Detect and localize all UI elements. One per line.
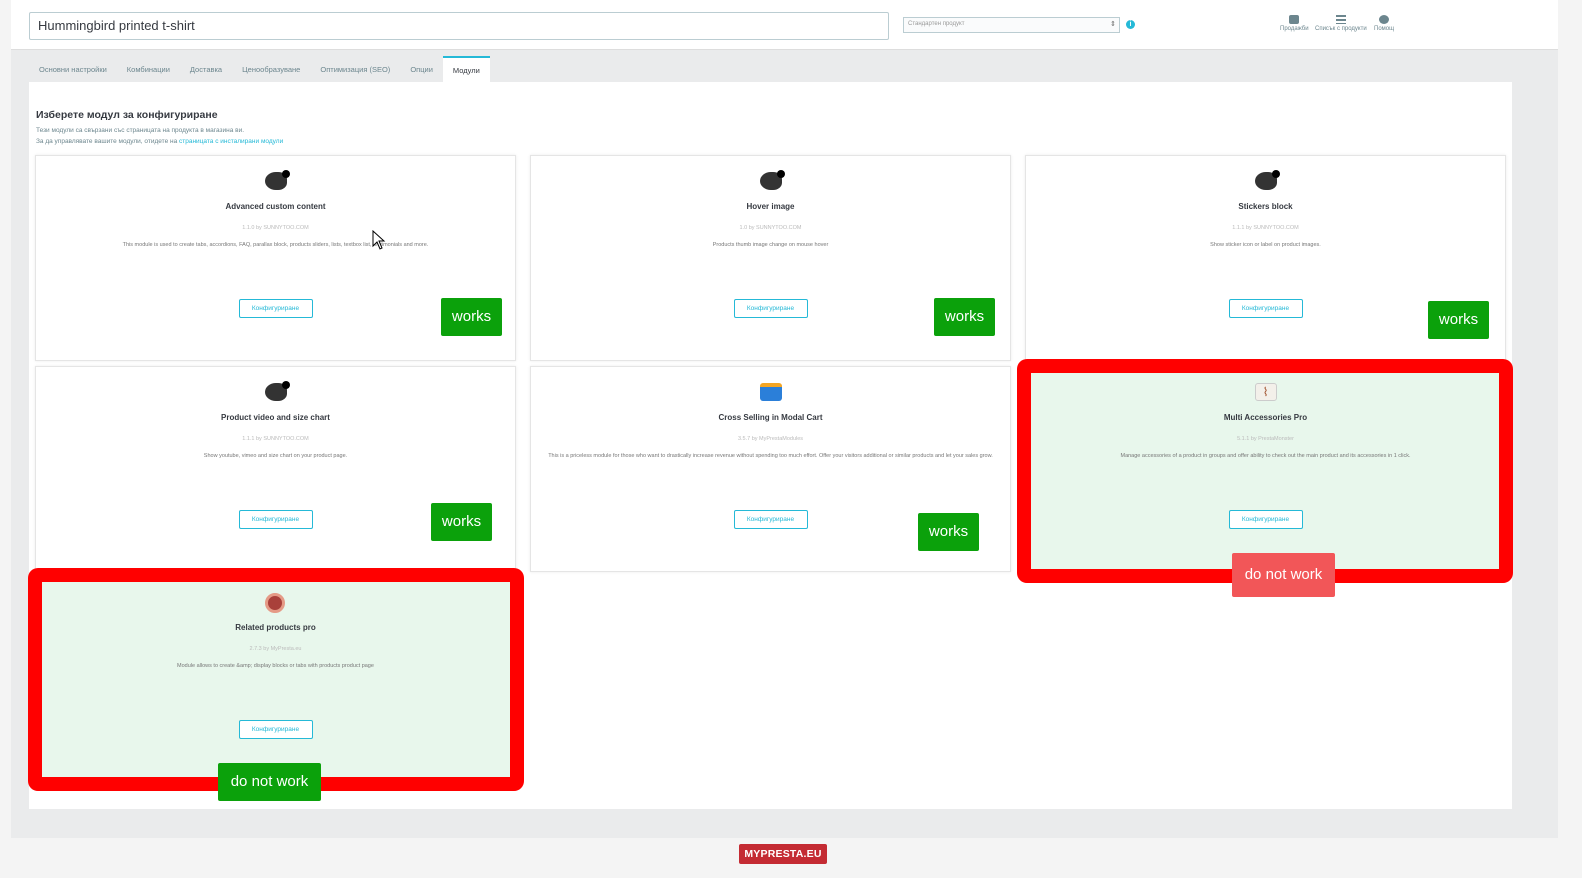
sales-button[interactable]: Продажби (1280, 15, 1309, 32)
module-version: 1.1.1 by SUNNYTOO.COM (1232, 225, 1299, 231)
kiwi-logo-icon (264, 170, 290, 190)
product-tabs: Основни настройки Комбинации Доставка Це… (29, 56, 490, 82)
panel-description-prefix: За да управлявате вашите модули, отидете… (36, 138, 180, 145)
module-title: Hover image (746, 202, 795, 211)
select-arrows-icon: ⇕ (1110, 21, 1116, 28)
configure-button[interactable]: Конфигуриране (1228, 299, 1303, 318)
tab-shipping[interactable]: Доставка (180, 56, 232, 82)
works-badge: works (1428, 301, 1489, 339)
module-title: Product video and size chart (221, 413, 330, 422)
tab-seo[interactable]: Оптимизация (SEO) (310, 56, 400, 82)
tab-modules[interactable]: Модули (442, 56, 490, 82)
module-version: 1.1.0 by SUNNYTOO.COM (242, 225, 309, 231)
list-icon (1335, 15, 1346, 24)
product-type-value: Стандартен продукт (908, 21, 965, 27)
module-description: Products thumb image change on mouse hov… (712, 242, 829, 248)
tab-basic-settings[interactable]: Основни настройки (29, 56, 117, 82)
product-list-label: Списък с продукти (1315, 26, 1367, 32)
product-name-input[interactable]: Hummingbird printed t-shirt (29, 12, 889, 40)
module-title: Advanced custom content (225, 202, 326, 211)
fail-highlight-box (1017, 359, 1513, 583)
calendar-logo-icon (759, 383, 782, 401)
works-badge: works (918, 513, 979, 551)
tab-options[interactable]: Опции (400, 56, 443, 82)
module-version: 1.0 by SUNNYTOO.COM (739, 225, 802, 231)
works-badge: works (934, 298, 995, 336)
help-icon (1379, 15, 1390, 24)
kiwi-logo-icon (1254, 170, 1280, 190)
module-description: Show sticker icon or label on product im… (1210, 242, 1321, 248)
configure-button[interactable]: Конфигуриране (238, 299, 313, 318)
works-badge: works (441, 298, 502, 336)
works-badge: works (431, 503, 492, 541)
module-description: This module is used to create tabs, acco… (122, 242, 429, 248)
product-list-button[interactable]: Списък с продукти (1315, 15, 1367, 32)
help-label: Помощ (1374, 26, 1395, 32)
panel-description: Тези модули са свързани със страницата н… (36, 127, 245, 134)
fail-highlight-box (28, 568, 524, 791)
configure-button[interactable]: Конфигуриране (733, 299, 808, 318)
kiwi-logo-icon (264, 381, 290, 401)
tab-pricing[interactable]: Ценообразуване (232, 56, 310, 82)
sales-icon (1289, 15, 1300, 24)
module-title: Stickers block (1238, 202, 1293, 211)
module-title: Cross Selling in Modal Cart (718, 413, 823, 422)
tab-combinations[interactable]: Комбинации (117, 56, 180, 82)
module-version: 3.5.7 by MyPrestaModules (737, 436, 804, 442)
do-not-work-badge: do not work (218, 763, 321, 801)
brand-logo: MYPRESTA.EU (739, 844, 827, 864)
configure-button[interactable]: Конфигуриране (238, 510, 313, 529)
configure-button[interactable]: Конфигуриране (733, 510, 808, 529)
help-button[interactable]: Помощ (1374, 15, 1394, 32)
panel-description-link-line: За да управлявате вашите модули, отидете… (36, 138, 283, 145)
module-version: 1.1.1 by SUNNYTOO.COM (242, 436, 309, 442)
module-card: Product video and size chart 1.1.1 by SU… (35, 366, 516, 572)
sales-label: Продажби (1280, 26, 1309, 32)
kiwi-logo-icon (759, 170, 785, 190)
do-not-work-badge: do not work (1232, 553, 1335, 597)
module-description: Show youtube, vimeo and size chart on yo… (203, 453, 348, 459)
info-icon[interactable]: i (1126, 20, 1135, 29)
installed-modules-link[interactable]: страницата с инсталирани модули (179, 138, 283, 145)
page-title: Изберете модул за конфигуриране (36, 109, 218, 121)
module-description: This is a priceless module for those who… (548, 453, 993, 459)
product-type-select[interactable]: Стандартен продукт ⇕ (903, 17, 1120, 33)
